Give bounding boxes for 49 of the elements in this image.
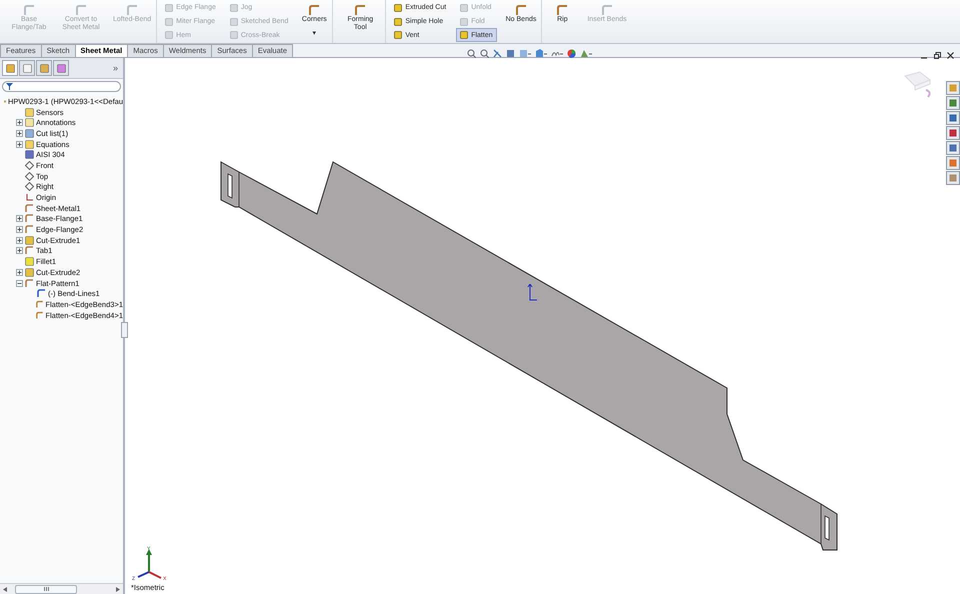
task-pane-tab[interactable] bbox=[946, 96, 960, 110]
splitter-handle[interactable] bbox=[121, 322, 128, 338]
hide-show-icon[interactable] bbox=[551, 49, 563, 58]
close-icon[interactable] bbox=[947, 52, 954, 59]
expand-toggle[interactable] bbox=[16, 140, 23, 148]
filter-field[interactable] bbox=[2, 81, 121, 92]
scene-icon[interactable] bbox=[580, 49, 592, 58]
expand-toggle[interactable] bbox=[16, 247, 23, 254]
feature-tree-tab[interactable] bbox=[2, 60, 18, 76]
bent-sheet-icon bbox=[514, 4, 527, 16]
task-pane-tab[interactable] bbox=[946, 126, 960, 140]
property-tab[interactable] bbox=[19, 60, 35, 76]
bent-sheet-icon bbox=[601, 4, 614, 16]
restore-icon[interactable] bbox=[934, 52, 941, 59]
expand-toggle[interactable] bbox=[16, 268, 23, 276]
task-pane-tab[interactable] bbox=[946, 111, 960, 125]
horizontal-scrollbar[interactable] bbox=[0, 583, 123, 594]
expand-toggle[interactable] bbox=[16, 215, 23, 222]
bent-sheet-icon bbox=[556, 4, 568, 16]
expand-toggle[interactable] bbox=[16, 236, 23, 244]
grip-icon bbox=[44, 587, 48, 591]
configuration-tab[interactable] bbox=[36, 60, 52, 76]
expand-toggle[interactable] bbox=[16, 119, 23, 126]
bent-sheet-icon bbox=[308, 4, 320, 16]
expand-toggle[interactable] bbox=[16, 280, 23, 287]
collapse-button[interactable]: » bbox=[112, 63, 121, 73]
bent-sheet-icon bbox=[75, 4, 87, 16]
bent-sheet-icon bbox=[126, 4, 138, 16]
task-pane-tab[interactable] bbox=[946, 156, 960, 170]
sheet-icon bbox=[25, 246, 34, 256]
task-pane-tab[interactable] bbox=[946, 141, 960, 155]
bent-sheet-icon bbox=[354, 4, 366, 16]
sheet-icon bbox=[25, 278, 34, 288]
expand-toggle[interactable] bbox=[16, 130, 23, 137]
axis-triad-drawing bbox=[138, 549, 162, 579]
scroll-left-icon bbox=[3, 586, 7, 592]
sketch-icon bbox=[37, 289, 46, 298]
filter-icon bbox=[6, 83, 13, 90]
zoom-area-icon[interactable] bbox=[480, 49, 489, 58]
display-style-icon[interactable] bbox=[535, 49, 547, 58]
expand-toggle[interactable] bbox=[16, 226, 23, 234]
scroll-right-icon bbox=[116, 586, 120, 592]
zoom-fit-icon[interactable] bbox=[467, 49, 476, 58]
view-orientation-icon[interactable] bbox=[519, 49, 531, 58]
appearance-icon[interactable] bbox=[567, 49, 576, 58]
scroll-thumb[interactable] bbox=[15, 584, 77, 594]
display-tab[interactable] bbox=[53, 60, 69, 76]
origin-icon bbox=[25, 193, 34, 202]
bent-sheet-icon bbox=[23, 4, 35, 16]
